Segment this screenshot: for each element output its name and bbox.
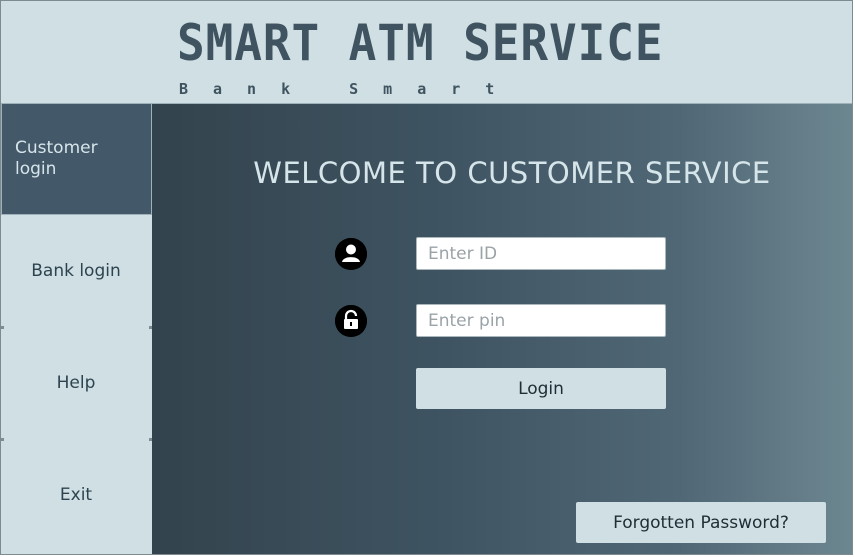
pin-input[interactable]: [416, 304, 666, 337]
forgot-password-button[interactable]: Forgotten Password?: [576, 502, 826, 543]
welcome-heading: WELCOME TO CUSTOMER SERVICE: [253, 156, 771, 190]
sidebar-item-help[interactable]: Help: [1, 327, 151, 439]
logo-title: SMART ATM SERVICE: [177, 14, 664, 72]
divider: [1, 326, 4, 329]
sidebar-item-label: Help: [56, 373, 96, 393]
divider: [1, 438, 4, 441]
sidebar-item-bank-login[interactable]: Bank login: [1, 215, 151, 327]
header: SMART ATM SERVICE Bank Smart: [1, 1, 852, 103]
id-input[interactable]: [416, 237, 666, 270]
sidebar-item-customer-login[interactable]: Customer login: [1, 103, 152, 215]
sidebar-item-exit[interactable]: Exit: [1, 439, 151, 551]
sidebar: Customer login Bank login Help Exit: [1, 103, 152, 554]
app-window: SMART ATM SERVICE Bank Smart Customer lo…: [0, 0, 853, 555]
sidebar-item-label: Customer login: [15, 138, 98, 179]
logo-subtitle: Bank Smart: [179, 80, 520, 98]
user-icon: [335, 238, 367, 270]
login-button[interactable]: Login: [416, 368, 666, 409]
main-panel: WELCOME TO CUSTOMER SERVICE Login Forgot…: [152, 103, 852, 554]
sidebar-item-label: Exit: [59, 485, 93, 505]
sidebar-item-label: Bank login: [31, 261, 121, 281]
unlock-icon: [335, 305, 367, 337]
